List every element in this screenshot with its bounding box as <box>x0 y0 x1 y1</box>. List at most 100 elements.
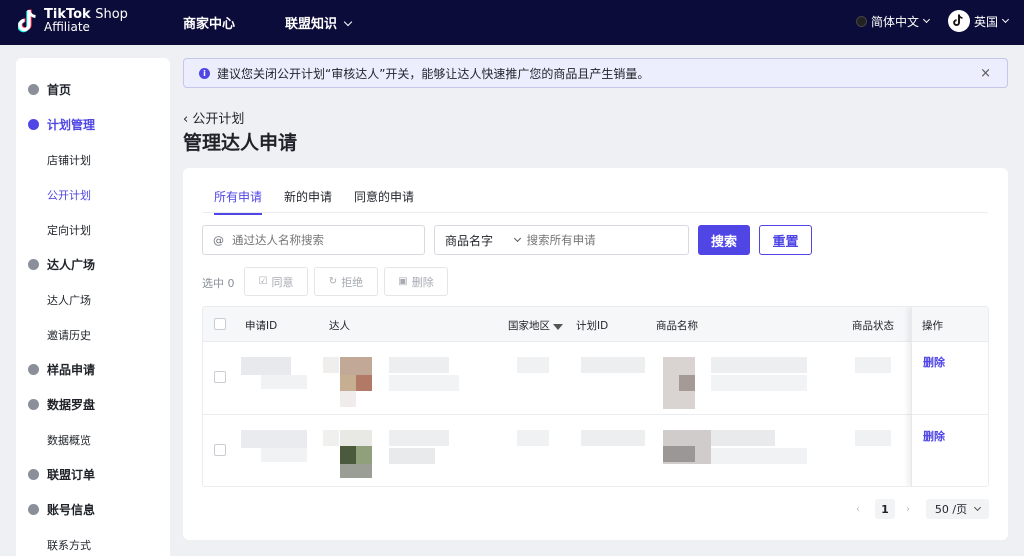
page-size-label: 50 /页 <box>934 503 968 516</box>
sidebar-item-label: 计划管理 <box>47 118 96 132</box>
column-header-product-status: 商品状态 <box>852 320 894 332</box>
trash-icon: ▣ <box>398 276 408 287</box>
sidebar-item-account-info[interactable]: 账号信息 <box>28 501 95 518</box>
row-checkbox[interactable] <box>214 371 226 383</box>
actions-column-shadow <box>911 307 988 486</box>
table-row: 删除 <box>203 343 988 415</box>
tabs: 所有申请 新的申请 同意的申请 <box>214 188 436 215</box>
blurred-product-image <box>679 375 695 391</box>
sidebar-item-creator-marketplace-sub[interactable]: 达人广场 <box>47 292 91 308</box>
column-header-region[interactable]: 国家地区 <box>508 318 563 333</box>
blurred-avatar <box>356 446 372 464</box>
page-number[interactable]: 1 <box>875 499 895 519</box>
reject-button[interactable]: ↻ 拒绝 <box>314 267 378 296</box>
sample-icon <box>28 364 39 375</box>
top-navbar: TikTok Shop Affiliate 商家中心 联盟知识 简体中文 英国 <box>0 0 1024 45</box>
sidebar-item-creator-marketplace[interactable]: 达人广场 <box>28 256 95 273</box>
blurred-product-image <box>663 446 695 462</box>
filter-icon[interactable] <box>553 324 563 330</box>
tab-approved-applications[interactable]: 同意的申请 <box>354 188 414 215</box>
home-icon <box>28 84 39 95</box>
blurred-application-id <box>261 448 307 462</box>
sidebar-item-invitation-history[interactable]: 邀请历史 <box>47 327 91 343</box>
column-header-application-id: 申请ID <box>245 320 278 332</box>
globe-icon <box>856 16 867 27</box>
blurred-application-id <box>241 357 291 375</box>
sidebar-item-affiliate-orders[interactable]: 联盟订单 <box>28 466 95 483</box>
back-link[interactable]: ‹ 公开计划 <box>183 108 244 127</box>
sidebar-item-label: 达人广场 <box>47 258 96 272</box>
delete-label: 删除 <box>411 275 434 289</box>
selected-count: 选中 0 <box>202 277 235 290</box>
at-icon: @ <box>213 233 224 247</box>
product-field-select[interactable]: 商品名字 <box>445 232 527 249</box>
tiktok-shop-logo[interactable]: TikTok Shop Affiliate <box>17 8 128 35</box>
notice-banner: i 建议您关闭公开计划“审核达人”开关，能够让达人快速推广您的商品且产生销量。 … <box>183 58 1008 88</box>
search-button[interactable]: 搜索 <box>698 225 750 255</box>
brand-affiliate: Affiliate <box>44 20 90 34</box>
language-selector[interactable]: 简体中文 <box>856 13 931 30</box>
refresh-icon: ↻ <box>328 276 338 287</box>
blurred-application-id <box>241 430 307 448</box>
reset-button[interactable]: 重置 <box>759 225 812 255</box>
language-label: 简体中文 <box>871 15 920 29</box>
sidebar-item-label: 联盟订单 <box>47 468 96 482</box>
close-icon[interactable]: × <box>980 66 991 81</box>
creator-search-input[interactable] <box>232 233 402 247</box>
blurred-creator-name <box>389 375 459 391</box>
row-checkbox[interactable] <box>214 444 226 456</box>
sidebar-item-data-compass[interactable]: 数据罗盘 <box>28 396 95 413</box>
sidebar-item-label: 首页 <box>47 83 72 97</box>
nav-seller-center-label: 商家中心 <box>183 17 236 32</box>
product-field-select-label: 商品名字 <box>445 233 494 248</box>
select-all-checkbox[interactable] <box>214 318 226 330</box>
product-search-field[interactable]: 商品名字 <box>434 225 689 255</box>
orders-icon <box>28 469 39 480</box>
sidebar-item-targeted-plan[interactable]: 定向计划 <box>47 222 91 238</box>
delete-button[interactable]: ▣ 删除 <box>384 267 448 296</box>
page-title: 管理达人申请 <box>183 132 298 154</box>
applications-table: 申请ID 达人 国家地区 计划ID 商品名称 商品状态 操作 删除 删除 <box>202 306 989 487</box>
product-search-input[interactable] <box>526 233 688 247</box>
region-selector[interactable]: 英国 <box>948 10 1010 32</box>
sidebar-item-data-overview[interactable]: 数据概览 <box>47 432 91 448</box>
sidebar-item-plan-management[interactable]: 计划管理 <box>28 116 95 133</box>
plan-icon <box>28 119 39 130</box>
blurred-application-id <box>261 375 307 389</box>
blurred-creator-name <box>389 448 435 464</box>
approve-label: 同意 <box>271 275 294 289</box>
applications-card: 所有申请 新的申请 同意的申请 @ 商品名字 搜索 重置 选中 0 ☑同意 ↻拒… <box>183 168 1008 540</box>
blurred-avatar <box>340 391 356 407</box>
prev-page-icon[interactable]: ‹ <box>856 504 860 515</box>
blurred-plan-id <box>581 430 645 446</box>
blurred-product-name <box>711 448 807 464</box>
blurred-creator-name <box>389 430 449 446</box>
blurred-avatar <box>323 357 339 373</box>
tab-all-applications[interactable]: 所有申请 <box>214 188 263 215</box>
nav-seller-center[interactable]: 商家中心 <box>183 13 235 32</box>
blurred-plan-id <box>581 357 645 373</box>
next-page-icon[interactable]: › <box>906 504 910 515</box>
tiktok-logo-icon <box>17 9 40 35</box>
blurred-product-name <box>711 357 807 373</box>
sidebar-item-shop-plan[interactable]: 店铺计划 <box>47 152 91 168</box>
chevron-down-icon <box>974 503 982 511</box>
back-link-label: 公开计划 <box>192 112 245 127</box>
tab-new-applications[interactable]: 新的申请 <box>284 188 332 215</box>
blurred-avatar <box>340 430 372 446</box>
page-size-select[interactable]: 50 /页 <box>926 499 989 519</box>
blurred-product-status <box>855 430 891 446</box>
approve-button[interactable]: ☑ 同意 <box>244 267 308 296</box>
sidebar-item-home[interactable]: 首页 <box>28 81 71 98</box>
sidebar-item-label: 账号信息 <box>47 503 96 517</box>
sidebar-item-public-plan[interactable]: 公开计划 <box>47 187 91 203</box>
column-header-plan-id: 计划ID <box>576 320 609 332</box>
blurred-creator-name <box>389 357 449 373</box>
tabs-divider <box>203 212 988 213</box>
reject-label: 拒绝 <box>341 275 364 289</box>
sidebar-item-contact[interactable]: 联系方式 <box>47 537 91 553</box>
creator-search-field[interactable]: @ <box>202 225 425 255</box>
sidebar-item-sample-requests[interactable]: 样品申请 <box>28 361 95 378</box>
nav-affiliate-knowledge[interactable]: 联盟知识 <box>285 13 353 32</box>
blurred-product-name <box>711 375 807 391</box>
